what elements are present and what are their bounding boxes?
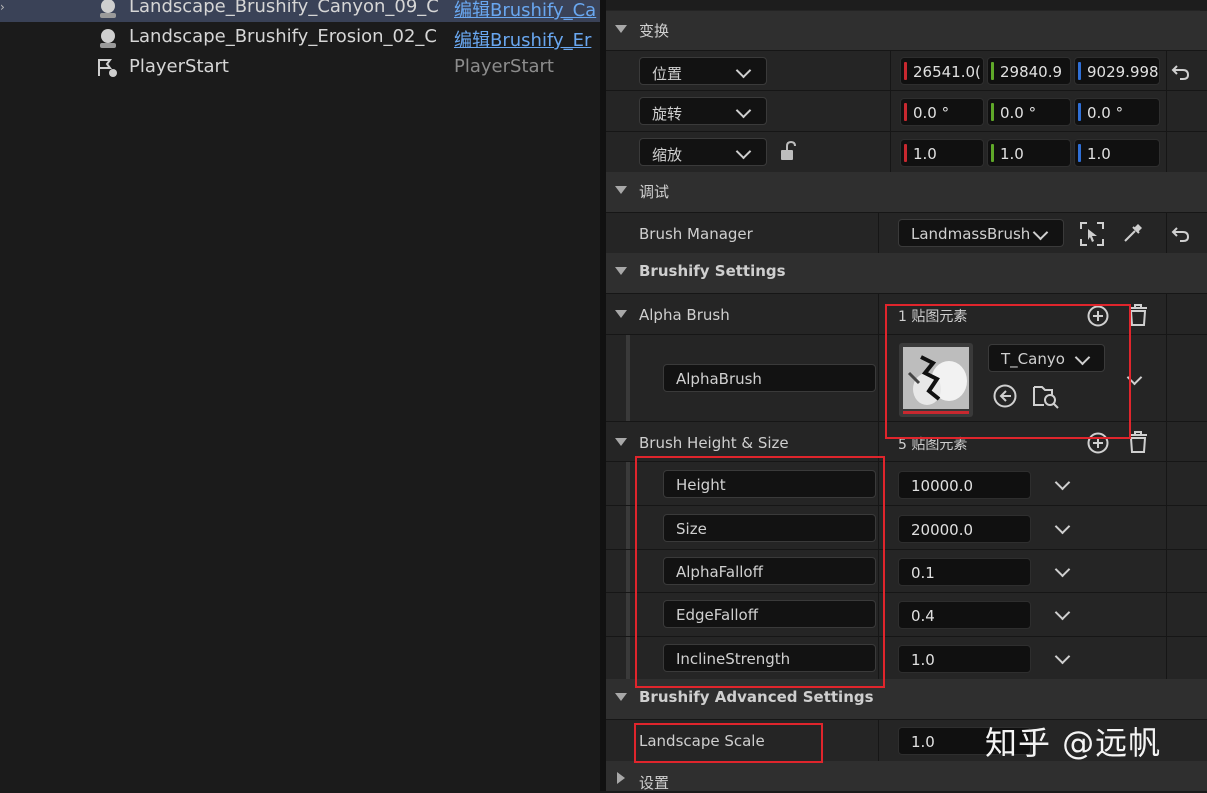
expand-arrow-icon[interactable] bbox=[617, 772, 625, 784]
section-title: 变换 bbox=[639, 22, 670, 40]
reset-arrow-icon[interactable] bbox=[1171, 63, 1191, 81]
section-header-transform[interactable]: 变换 bbox=[606, 11, 1207, 50]
chevron-down-icon[interactable] bbox=[1054, 518, 1071, 535]
rotation-y-field[interactable]: 0.0 ° bbox=[987, 98, 1071, 126]
dropdown-label: 位置 bbox=[652, 65, 683, 83]
chevron-down-icon bbox=[735, 62, 752, 79]
collapse-arrow-icon[interactable] bbox=[615, 310, 627, 318]
section-header-settings[interactable]: 设置 bbox=[606, 761, 1207, 792]
location-y-field[interactable]: 29840.9 bbox=[987, 57, 1071, 85]
alphabrush-element-label: AlphaBrush bbox=[663, 364, 876, 392]
chevron-down-icon[interactable] bbox=[1054, 648, 1071, 665]
brush-actor-icon bbox=[100, 0, 116, 18]
axis-z-bar bbox=[1078, 62, 1081, 80]
property-label: Alpha Brush bbox=[639, 306, 730, 324]
dropdown-label: 旋转 bbox=[652, 105, 683, 123]
outliner-item-name: PlayerStart bbox=[129, 56, 229, 77]
rotation-mode-dropdown[interactable]: 旋转 bbox=[639, 97, 767, 125]
indent-guide bbox=[626, 335, 630, 422]
axis-x-bar bbox=[904, 144, 907, 162]
collapse-arrow-icon[interactable] bbox=[615, 693, 627, 701]
chevron-down-icon[interactable] bbox=[1054, 604, 1071, 621]
highlight-box-landscape-scale bbox=[634, 723, 823, 763]
watermark: 知乎 @远帆 bbox=[985, 724, 1162, 762]
chevron-down-icon[interactable] bbox=[1054, 474, 1071, 491]
brush-actor-icon bbox=[100, 29, 116, 48]
indent-guide bbox=[626, 506, 630, 550]
outliner-item-name: Landscape_Brushify_Erosion_02_C bbox=[129, 26, 437, 47]
property-row-rotation: 旋转 0.0 ° 0.0 ° 0.0 ° bbox=[606, 90, 1207, 132]
highlight-box-alpha-brush bbox=[885, 304, 1131, 439]
rotation-x-field[interactable]: 0.0 ° bbox=[900, 98, 984, 126]
outliner-item-type-link[interactable]: 编辑Brushify_Er bbox=[454, 26, 600, 52]
location-x-field[interactable]: 26541.0( bbox=[900, 57, 984, 85]
rotation-z-field[interactable]: 0.0 ° bbox=[1074, 98, 1160, 126]
indent-guide bbox=[626, 462, 630, 506]
section-header-debug[interactable]: 调试 bbox=[606, 172, 1207, 212]
height-value-field[interactable]: 10000.0 bbox=[898, 471, 1031, 499]
edgefalloff-value-field[interactable]: 0.4 bbox=[898, 601, 1031, 629]
axis-x-bar bbox=[904, 103, 907, 121]
indent-guide bbox=[626, 593, 630, 637]
collapse-arrow-icon[interactable] bbox=[615, 186, 627, 194]
collapse-arrow-icon[interactable] bbox=[615, 25, 627, 33]
reset-arrow-icon[interactable] bbox=[1171, 225, 1191, 243]
location-z-field[interactable]: 9029.998 bbox=[1074, 57, 1160, 85]
axis-y-bar bbox=[991, 62, 994, 80]
axis-z-bar bbox=[1078, 103, 1081, 121]
outliner-row-erosion[interactable]: Landscape_Brushify_Erosion_02_C 编辑Brushi… bbox=[0, 23, 600, 53]
chevron-down-icon bbox=[735, 143, 752, 160]
alphafalloff-value-field[interactable]: 0.1 bbox=[898, 558, 1031, 586]
property-row-brush-manager: Brush Manager LandmassBrush bbox=[606, 212, 1207, 254]
section-header-brushify-settings[interactable]: Brushify Settings bbox=[606, 253, 1207, 293]
player-start-icon bbox=[98, 59, 117, 77]
unlock-icon[interactable] bbox=[779, 140, 801, 162]
select-actor-icon[interactable] bbox=[1079, 221, 1105, 247]
outliner-item-type: PlayerStart bbox=[454, 56, 554, 77]
chevron-down-icon[interactable] bbox=[1054, 561, 1071, 578]
outliner-item-type-link[interactable]: 编辑Brushify_Ca bbox=[454, 0, 600, 22]
dropdown-label: LandmassBrush bbox=[911, 225, 1031, 243]
axis-y-bar bbox=[991, 103, 994, 121]
axis-z-bar bbox=[1078, 144, 1081, 162]
inclinestrength-value-field[interactable]: 1.0 bbox=[898, 645, 1031, 673]
indent-guide bbox=[626, 637, 630, 680]
world-outliner: › Landscape_Brushify_Canyon_09_C 编辑Brush… bbox=[0, 0, 600, 791]
axis-y-bar bbox=[991, 144, 994, 162]
collapse-arrow-icon[interactable] bbox=[615, 267, 627, 275]
section-title: 调试 bbox=[639, 183, 670, 201]
property-label: Brush Height & Size bbox=[639, 434, 789, 452]
indent-guide bbox=[626, 550, 630, 593]
scale-mode-dropdown[interactable]: 缩放 bbox=[639, 138, 767, 166]
chevron-down-icon bbox=[735, 102, 752, 119]
section-title: 设置 bbox=[639, 774, 670, 792]
eyedropper-icon[interactable] bbox=[1121, 221, 1145, 245]
scale-x-field[interactable]: 1.0 bbox=[900, 139, 984, 167]
scale-y-field[interactable]: 1.0 bbox=[987, 139, 1071, 167]
dropdown-label: 缩放 bbox=[652, 146, 683, 164]
brush-manager-dropdown[interactable]: LandmassBrush bbox=[898, 219, 1064, 247]
top-toolbar-edge bbox=[606, 0, 1207, 10]
outliner-row-playerstart[interactable]: PlayerStart PlayerStart bbox=[0, 53, 600, 83]
property-row-scale: 缩放 1.0 1.0 1.0 bbox=[606, 131, 1207, 173]
section-title: Brushify Settings bbox=[639, 262, 786, 280]
axis-x-bar bbox=[904, 62, 907, 80]
property-row-location: 位置 26541.0( 29840.9 9029.998 bbox=[606, 50, 1207, 91]
scale-z-field[interactable]: 1.0 bbox=[1074, 139, 1160, 167]
outliner-row-canyon[interactable]: Landscape_Brushify_Canyon_09_C 编辑Brushif… bbox=[0, 0, 600, 23]
section-title: Brushify Advanced Settings bbox=[639, 688, 874, 706]
location-mode-dropdown[interactable]: 位置 bbox=[639, 57, 767, 85]
chevron-down-icon bbox=[1032, 224, 1049, 241]
size-value-field[interactable]: 20000.0 bbox=[898, 515, 1031, 543]
outliner-item-name: Landscape_Brushify_Canyon_09_C bbox=[129, 0, 439, 17]
highlight-box-height-size bbox=[635, 456, 885, 688]
collapse-arrow-icon[interactable] bbox=[615, 438, 627, 446]
property-label: Brush Manager bbox=[639, 225, 753, 243]
